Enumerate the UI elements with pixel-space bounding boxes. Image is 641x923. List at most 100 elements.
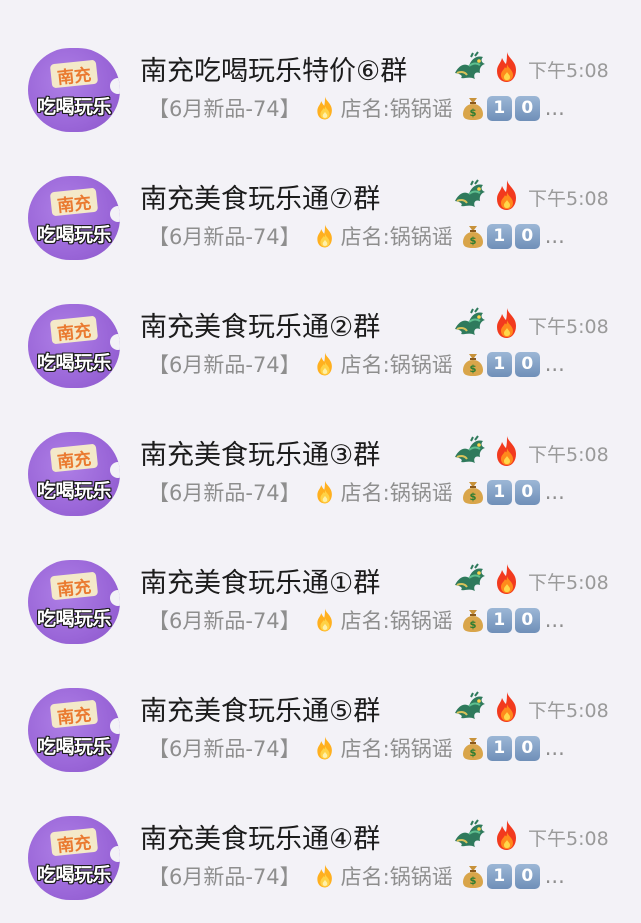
avatar-notch [110,78,120,94]
group-avatar[interactable]: 南充 吃喝玩乐 [28,816,120,900]
preview-tag: 【6月新品-74】 [148,737,301,761]
chat-row[interactable]: 南充 吃喝玩乐 南充美食玩乐通⑦群 下午5:08 【6月新品-74】 店名:锅锅… [0,172,641,300]
title-emojis [452,562,524,596]
dragon-icon [452,562,487,596]
keycap-1-icon: 1 [486,607,512,633]
preview-ellipsis: ... [544,736,565,760]
money-bag-icon: $ [461,607,485,633]
dragon-icon [452,434,487,468]
group-avatar[interactable]: 南充 吃喝玩乐 [28,688,120,772]
title-emojis [452,50,524,84]
chat-title: 南充美食玩乐通①群 [140,568,381,599]
fire-icon [489,50,524,84]
dragon-icon [452,818,487,852]
chat-row[interactable]: 南充 吃喝玩乐 南充吃喝玩乐特价⑥群 下午5:08 【6月新品-74】 店名:锅… [0,44,641,172]
fire-icon [313,351,339,377]
keycap-1-icon: 1 [486,479,512,505]
title-emojis [452,434,524,468]
keycap-1-icon: 1 [486,351,512,377]
preview-shop: 店名:锅锅谣 [340,353,453,377]
chat-row[interactable]: 南充 吃喝玩乐 南充美食玩乐通②群 下午5:08 【6月新品-74】 店名:锅锅… [0,300,641,428]
chat-list: 南充 吃喝玩乐 南充吃喝玩乐特价⑥群 下午5:08 【6月新品-74】 店名:锅… [0,0,641,923]
preview-tag: 【6月新品-74】 [148,481,301,505]
chat-title: 南充美食玩乐通⑦群 [140,184,381,215]
svg-text:$: $ [469,492,476,503]
keycap-0-icon: 0 [514,95,540,121]
preview-shop: 店名:锅锅谣 [340,865,453,889]
preview-ellipsis: ... [544,96,565,120]
chat-row[interactable]: 南充 吃喝玩乐 南充美食玩乐通④群 下午5:08 【6月新品-74】 店名:锅锅… [0,812,641,923]
preview-ellipsis: ... [544,352,565,376]
fire-icon [489,690,524,724]
money-bag-icon: $ [461,223,485,249]
chat-time: 下午5:08 [528,188,609,210]
group-avatar[interactable]: 南充 吃喝玩乐 [28,432,120,516]
money-bag-icon: $ [461,351,485,377]
chat-row[interactable]: 南充 吃喝玩乐 南充美食玩乐通①群 下午5:08 【6月新品-74】 店名:锅锅… [0,556,641,684]
avatar-notch [110,590,120,606]
chat-time: 下午5:08 [528,572,609,594]
dragon-icon [452,178,487,212]
title-emojis [452,306,524,340]
keycap-1-icon: 1 [486,95,512,121]
group-avatar[interactable]: 南充 吃喝玩乐 [28,48,120,132]
fire-icon [313,95,339,121]
chat-preview: 【6月新品-74】 店名:锅锅谣 $ 1 0 ... [148,220,565,252]
group-avatar[interactable]: 南充 吃喝玩乐 [28,176,120,260]
avatar-text-line1: 南充 [56,65,93,89]
money-bag-icon: $ [461,735,485,761]
preview-tag: 【6月新品-74】 [148,865,301,889]
avatar-text-line2: 吃喝玩乐 [36,352,112,374]
chat-title: 南充美食玩乐通⑤群 [140,696,381,727]
chat-title: 南充吃喝玩乐特价⑥群 [140,56,408,87]
group-avatar[interactable]: 南充 吃喝玩乐 [28,560,120,644]
chat-title: 南充美食玩乐通④群 [140,824,381,855]
title-emojis [452,178,524,212]
avatar-notch [110,846,120,862]
chat-preview: 【6月新品-74】 店名:锅锅谣 $ 1 0 ... [148,92,565,124]
svg-text:$: $ [469,876,476,887]
dragon-icon [452,306,487,340]
svg-text:$: $ [469,620,476,631]
preview-shop: 店名:锅锅谣 [340,225,453,249]
chat-preview: 【6月新品-74】 店名:锅锅谣 $ 1 0 ... [148,732,565,764]
money-bag-icon: $ [461,863,485,889]
preview-shop: 店名:锅锅谣 [340,737,453,761]
keycap-1-icon: 1 [486,735,512,761]
chat-time: 下午5:08 [528,700,609,722]
avatar-notch [110,206,120,222]
preview-shop: 店名:锅锅谣 [340,481,453,505]
dragon-icon [452,690,487,724]
group-avatar[interactable]: 南充 吃喝玩乐 [28,304,120,388]
chat-preview: 【6月新品-74】 店名:锅锅谣 $ 1 0 ... [148,860,565,892]
avatar-text-line2: 吃喝玩乐 [36,736,112,758]
avatar-text-line1: 南充 [56,449,93,473]
preview-shop: 店名:锅锅谣 [340,97,453,121]
chat-time: 下午5:08 [528,444,609,466]
fire-icon [313,863,339,889]
preview-tag: 【6月新品-74】 [148,225,301,249]
avatar-notch [110,718,120,734]
avatar-text-line1: 南充 [56,321,93,345]
avatar-text-line2: 吃喝玩乐 [36,608,112,630]
avatar-text-line2: 吃喝玩乐 [36,480,112,502]
chat-row[interactable]: 南充 吃喝玩乐 南充美食玩乐通⑤群 下午5:08 【6月新品-74】 店名:锅锅… [0,684,641,812]
avatar-text-line1: 南充 [56,705,93,729]
chat-time: 下午5:08 [528,828,609,850]
fire-icon [489,434,524,468]
svg-text:$: $ [469,108,476,119]
title-emojis [452,690,524,724]
keycap-0-icon: 0 [514,223,540,249]
fire-icon [489,306,524,340]
chat-title: 南充美食玩乐通②群 [140,312,381,343]
preview-ellipsis: ... [544,608,565,632]
avatar-text-line1: 南充 [56,193,93,217]
svg-text:$: $ [469,364,476,375]
keycap-0-icon: 0 [514,351,540,377]
chat-title: 南充美食玩乐通③群 [140,440,381,471]
avatar-text-line2: 吃喝玩乐 [36,96,112,118]
fire-icon [313,735,339,761]
chat-row[interactable]: 南充 吃喝玩乐 南充美食玩乐通③群 下午5:08 【6月新品-74】 店名:锅锅… [0,428,641,556]
preview-ellipsis: ... [544,864,565,888]
fire-icon [489,562,524,596]
